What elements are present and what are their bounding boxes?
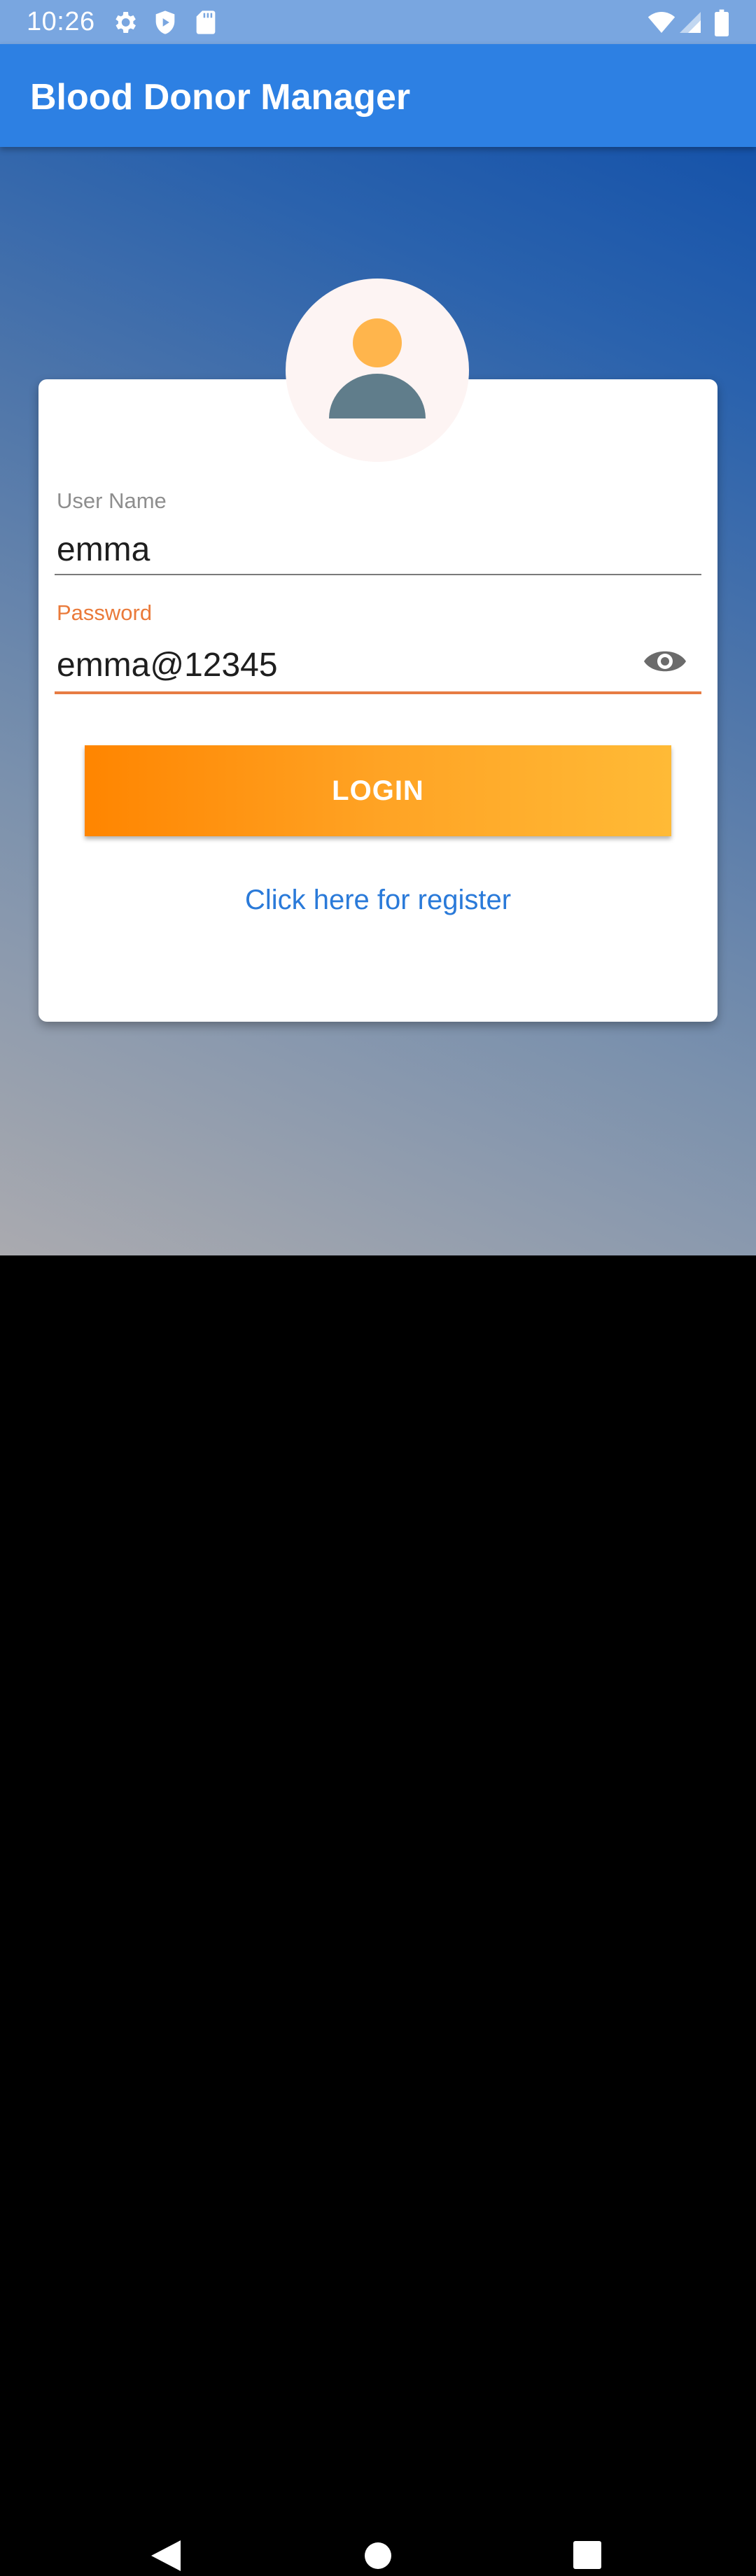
back-icon <box>151 2540 181 2571</box>
gear-icon <box>115 12 136 33</box>
person-avatar-icon <box>329 318 426 418</box>
register-link[interactable]: Click here for register <box>38 885 718 916</box>
login-button[interactable]: LOGIN <box>85 745 671 836</box>
password-visibility-toggle[interactable] <box>643 644 687 679</box>
sd-card-icon <box>196 10 216 34</box>
wifi-icon <box>648 12 676 33</box>
battery-icon <box>715 9 729 36</box>
username-label: User Name <box>57 488 167 513</box>
login-screen: 10:26 Blood Donor Manager User Name emma… <box>0 0 756 1255</box>
eye-icon <box>644 651 686 672</box>
username-underline <box>55 574 701 575</box>
app-title: Blood Donor Manager <box>30 77 411 118</box>
shield-icon <box>155 10 175 34</box>
login-card <box>38 379 718 1022</box>
navigation-bar <box>0 1255 756 2571</box>
home-button[interactable] <box>364 2542 392 2573</box>
status-time: 10:26 <box>27 7 95 36</box>
avatar <box>286 279 469 462</box>
app-bar: Blood Donor Manager <box>0 44 756 147</box>
recents-button[interactable] <box>573 2540 602 2573</box>
back-button[interactable] <box>150 2539 182 2576</box>
recents-icon <box>573 2541 601 2569</box>
home-icon <box>365 2542 391 2569</box>
password-label: Password <box>57 600 153 625</box>
password-input[interactable] <box>57 642 617 688</box>
status-bar: 10:26 <box>0 0 756 44</box>
username-input[interactable] <box>57 526 631 572</box>
password-underline <box>55 691 701 694</box>
signal-icon <box>680 12 701 33</box>
